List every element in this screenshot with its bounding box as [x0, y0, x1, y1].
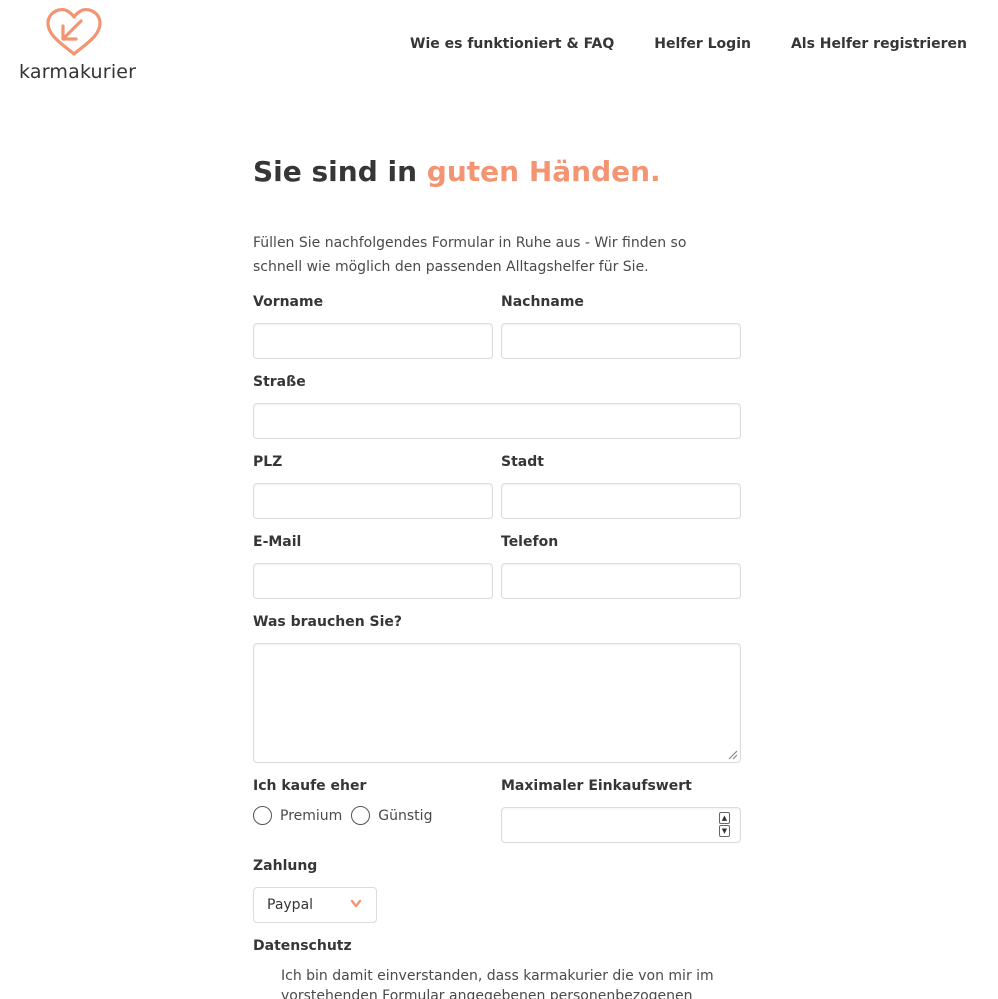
zip-label: PLZ	[253, 454, 283, 470]
radio-premium-label: Premium	[280, 807, 343, 824]
chevron-down-icon	[350, 899, 362, 908]
email-input[interactable]	[253, 563, 493, 599]
radio-button[interactable]	[351, 806, 371, 825]
needs-label: Was brauchen Sie?	[253, 614, 403, 630]
buy-preference-group: Premium Günstig	[253, 806, 441, 825]
radio-premium[interactable]: Premium	[253, 806, 342, 825]
nav-helper-register-link[interactable]: Als Helfer registrieren	[791, 36, 967, 52]
payment-select[interactable]: Paypal	[253, 887, 377, 923]
main-nav: Wie es funktioniert & FAQ Helfer Login A…	[410, 36, 967, 52]
spin-down-icon[interactable]: ▼	[719, 825, 730, 837]
city-label: Stadt	[501, 454, 544, 470]
nav-helper-login-link[interactable]: Helfer Login	[654, 36, 751, 52]
title-plain: Sie sind in	[253, 155, 427, 188]
page-title: Sie sind in guten Händen.	[253, 155, 661, 188]
logo[interactable]: karmakurier	[19, 6, 136, 86]
title-accent: guten Händen.	[426, 155, 661, 188]
brand-name: karmakurier	[19, 61, 137, 83]
payment-label: Zahlung	[253, 858, 318, 874]
needs-textarea[interactable]	[253, 643, 741, 763]
max-value-label: Maximaler Einkaufswert	[501, 778, 692, 794]
radio-button[interactable]	[253, 806, 272, 825]
phone-label: Telefon	[501, 534, 559, 550]
payment-selected-value: Paypal	[267, 897, 314, 913]
nav-faq-link[interactable]: Wie es funktioniert & FAQ	[410, 36, 614, 52]
city-input[interactable]	[501, 483, 741, 519]
max-value-input[interactable]: ▲ ▼	[501, 807, 741, 843]
privacy-consent-text: Ich bin damit einverstanden, dass karmak…	[281, 968, 714, 999]
street-input[interactable]	[253, 403, 741, 439]
first-name-label: Vorname	[253, 294, 324, 310]
last-name-input[interactable]	[501, 323, 741, 359]
last-name-label: Nachname	[501, 294, 584, 310]
privacy-label: Datenschutz	[253, 938, 352, 954]
intro-text: Füllen Sie nachfolgendes Formular in Ruh…	[253, 235, 687, 275]
heart-arrow-icon	[46, 8, 102, 56]
first-name-input[interactable]	[253, 323, 493, 359]
resize-handle-icon[interactable]	[726, 748, 738, 760]
buy-preference-label: Ich kaufe eher	[253, 778, 367, 794]
phone-input[interactable]	[501, 563, 741, 599]
radio-guenstig[interactable]: Günstig	[351, 806, 432, 825]
street-label: Straße	[253, 374, 306, 390]
email-label: E-Mail	[253, 534, 302, 550]
number-spinner[interactable]: ▲ ▼	[719, 812, 730, 838]
zip-input[interactable]	[253, 483, 493, 519]
spin-up-icon[interactable]: ▲	[719, 812, 730, 824]
radio-guenstig-label: Günstig	[378, 807, 433, 824]
